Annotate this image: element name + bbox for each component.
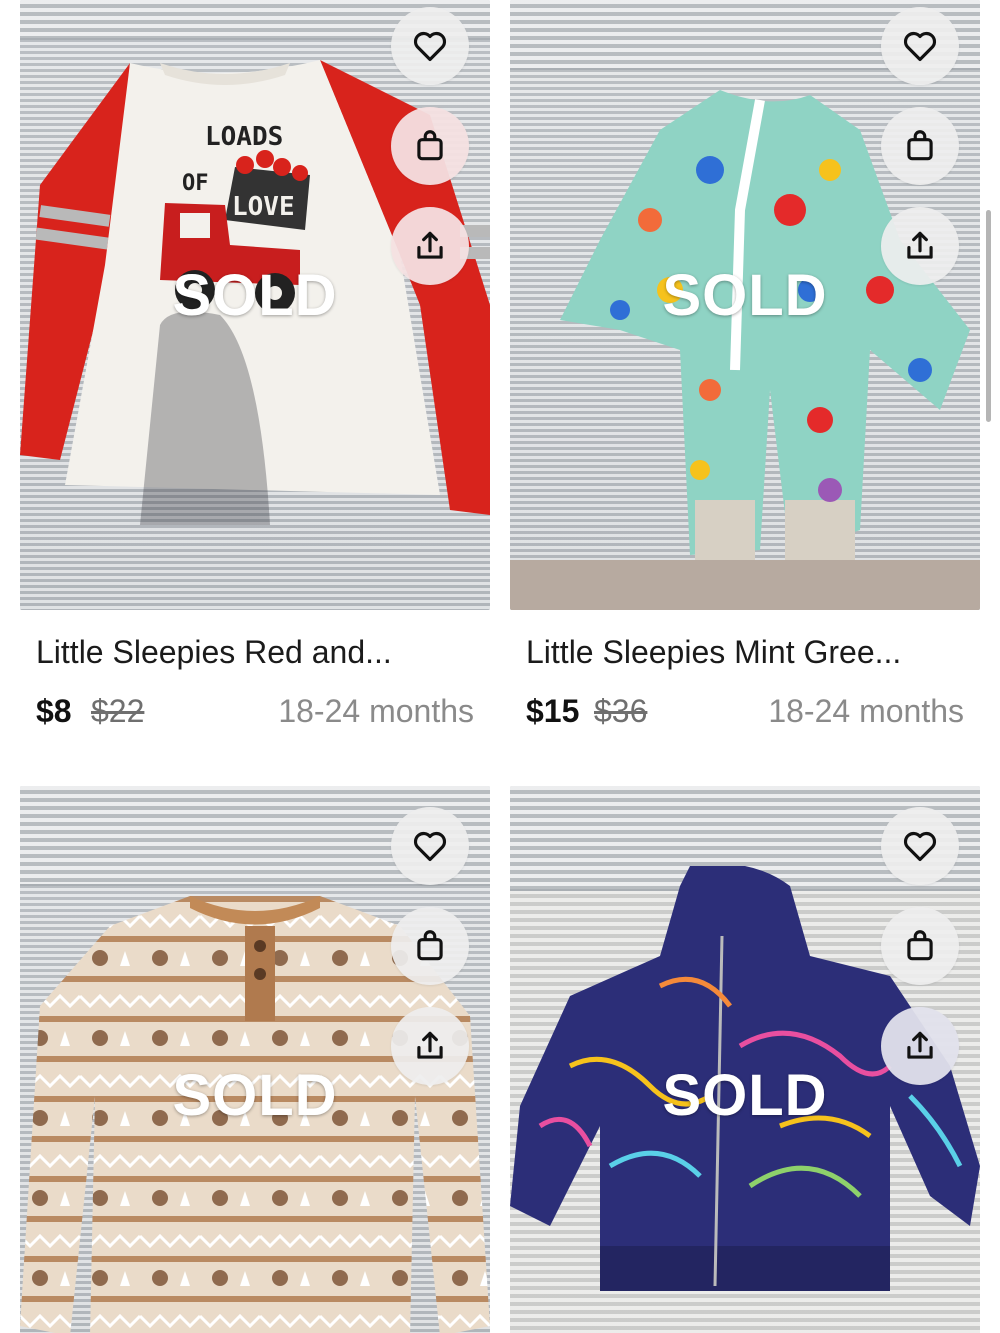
price-row: $8 $22 18-24 months [36, 693, 476, 733]
like-button[interactable] [881, 807, 959, 885]
listing-size: 18-24 months [278, 693, 474, 729]
original-price: $22 [91, 693, 145, 729]
shopping-bag-icon [417, 130, 443, 161]
graphic-text-of: OF [182, 171, 209, 196]
shopping-bag-icon [417, 930, 443, 961]
listing-title[interactable]: Little Sleepies Red and... [36, 634, 476, 671]
share-icon [907, 231, 933, 259]
sold-overlay-label: SOLD [172, 263, 338, 328]
listing-price: $15 [526, 693, 580, 729]
listing-grid: LOADS OF LOVE SOLD Little Sleepies Red a… [0, 0, 1000, 1333]
like-button[interactable] [391, 7, 469, 85]
heart-icon [903, 31, 937, 62]
listing-photo[interactable] [20, 786, 490, 1333]
add-to-bag-button[interactable] [391, 907, 469, 985]
heart-icon [413, 31, 447, 62]
like-button[interactable] [881, 7, 959, 85]
graphic-text-love: LOVE [232, 192, 295, 222]
shopping-bag-icon [907, 930, 933, 961]
add-to-bag-button[interactable] [391, 107, 469, 185]
listing-title[interactable]: Little Sleepies Mint Gree... [526, 634, 966, 671]
listing-photo[interactable] [510, 786, 980, 1333]
heart-icon [413, 831, 447, 862]
share-icon [417, 1031, 443, 1059]
share-icon [907, 1031, 933, 1059]
scrollbar-thumb[interactable] [986, 210, 991, 422]
sold-overlay-label: SOLD [662, 263, 828, 328]
like-button[interactable] [391, 807, 469, 885]
graphic-text-loads: LOADS [205, 122, 283, 152]
listing-price: $8 [36, 693, 72, 729]
sold-overlay-label: SOLD [662, 1063, 828, 1128]
share-icon [417, 231, 443, 259]
listing-size: 18-24 months [768, 693, 964, 729]
heart-icon [903, 831, 937, 862]
original-price: $36 [594, 693, 648, 729]
add-to-bag-button[interactable] [881, 107, 959, 185]
price-row: $15 $36 18-24 months [526, 693, 966, 733]
shopping-bag-icon [907, 130, 933, 161]
sold-overlay-label: SOLD [172, 1063, 338, 1128]
add-to-bag-button[interactable] [881, 907, 959, 985]
